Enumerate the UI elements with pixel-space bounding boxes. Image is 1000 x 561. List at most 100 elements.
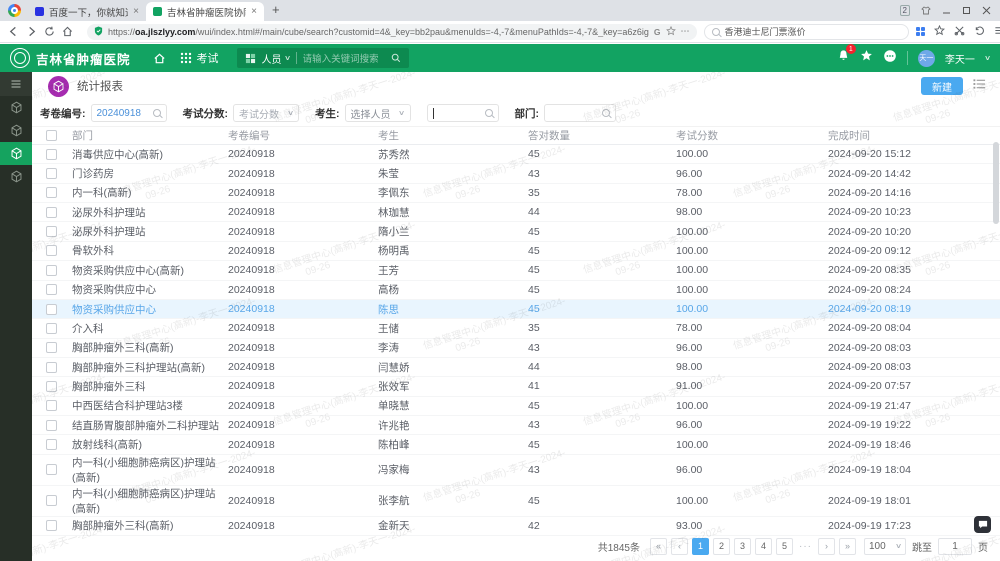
chat-fab-button[interactable] (974, 516, 991, 533)
table-row[interactable]: 中西医结合科护理站3楼 20240918 单晓慧 45 100.00 2024-09-19… (32, 397, 1000, 417)
examinee-select[interactable]: 选择人员 ∨ (344, 104, 411, 122)
notifications-button[interactable]: 1 (837, 44, 856, 67)
table-row[interactable]: 泌尿外科护理站 20240918 隋小兰 45 100.00 2024-09-20 10:… (32, 222, 1000, 242)
messages-button[interactable] (883, 49, 897, 68)
row-checkbox[interactable] (46, 284, 57, 296)
table-row[interactable]: 泌尿外科护理站 20240918 林珈慧 44 98.00 2024-09-20 10:2… (32, 203, 1000, 223)
row-checkbox[interactable] (46, 439, 57, 451)
row-checkbox[interactable] (46, 342, 57, 354)
row-checkbox[interactable] (46, 148, 57, 160)
table-row[interactable]: 胸部肿瘤外三科(高新) 20240918 李涛 43 96.00 2024-09-20 0… (32, 339, 1000, 358)
avatar[interactable]: 天一 (917, 49, 935, 67)
global-search-input[interactable]: 请输入关键词搜索 (303, 51, 385, 65)
page-size-select[interactable]: 100 ∨ (864, 537, 906, 555)
browser-tab-baidu[interactable]: 百度一下，你就知道 × (28, 2, 146, 21)
select-all-checkbox[interactable] (46, 130, 57, 141)
cell-examinee: 王储 (378, 322, 399, 335)
sidebar-item-menu-4[interactable] (0, 165, 32, 188)
sidebar-item-menu-1[interactable] (0, 96, 32, 119)
close-window-button[interactable] (982, 6, 991, 15)
url-bar[interactable]: https://oa.jlszlyy.com/wui/index.html#/m… (87, 23, 697, 40)
bookmark-star-icon[interactable] (665, 25, 676, 38)
page-button-2[interactable]: 2 (713, 537, 730, 555)
table-row[interactable]: 消毒供应中心(高新) 20240918 苏秀然 45 100.00 2024-09-20 … (32, 145, 1000, 165)
row-checkbox[interactable] (46, 303, 57, 315)
page-button-4[interactable]: 4 (755, 537, 772, 555)
favorites-star-button[interactable] (860, 49, 873, 67)
tab-close-icon[interactable]: × (133, 6, 139, 17)
page-button-3[interactable]: 3 (734, 537, 751, 555)
table-row[interactable]: 物资采购供应中心 20240918 陈思 45 100.00 2024-09-20 08:… (32, 299, 1000, 320)
skin-icon[interactable] (921, 6, 931, 15)
scrollbar[interactable] (993, 74, 999, 559)
scrollbar-thumb[interactable] (993, 142, 999, 224)
score-select[interactable]: 考试分数 ∨ (233, 104, 299, 122)
minimize-button[interactable] (942, 6, 951, 15)
table-row[interactable]: 结直肠胃腹部肿瘤外二科护理站 20240918 许兆艳 43 96.00 2024-09-… (32, 416, 1000, 436)
browser-tab-oa[interactable]: 吉林省肿瘤医院协同办公系统 × (146, 2, 264, 21)
forward-icon[interactable] (26, 26, 37, 37)
row-checkbox[interactable] (46, 419, 57, 431)
row-checkbox[interactable] (46, 520, 57, 532)
apps-grid-icon[interactable] (915, 26, 926, 37)
profile-badge[interactable]: 2 (899, 5, 910, 16)
undo-icon[interactable] (974, 23, 985, 41)
sidebar-item-menu-3[interactable] (0, 142, 32, 165)
cell-correct-count: 43 (528, 463, 540, 476)
row-checkbox[interactable] (46, 226, 57, 238)
maximize-button[interactable] (962, 6, 971, 15)
table-row[interactable]: 骨软外科 20240918 杨明禹 45 100.00 2024-09-20 09:12 (32, 242, 1000, 262)
table-row[interactable]: 内一科(高新) 20240918 李佩东 35 78.00 2024-09-20 14:1… (32, 184, 1000, 204)
jump-page-input[interactable]: 1 (938, 537, 972, 555)
page-button-1[interactable]: 1 (692, 537, 709, 555)
row-checkbox[interactable] (46, 464, 57, 476)
display-settings-icon[interactable] (973, 77, 986, 95)
url-more-icon[interactable]: ⋯ (681, 26, 690, 37)
new-tab-button[interactable]: + (272, 2, 280, 17)
tab-close-icon[interactable]: × (251, 6, 257, 17)
row-checkbox[interactable] (46, 400, 57, 412)
sidebar-item-menu-2[interactable] (0, 119, 32, 142)
reload-icon[interactable] (44, 26, 55, 37)
table-row[interactable]: 胸部肿瘤外三科 20240918 张效军 41 91.00 2024-09-20 07:5… (32, 377, 1000, 397)
prev-page-button[interactable]: ‹ (671, 537, 688, 555)
global-search[interactable]: 人员 ∨ 请输入关键词搜索 (236, 48, 409, 68)
portal-home-icon[interactable] (153, 52, 166, 65)
browser-menu-icon[interactable] (994, 23, 1000, 41)
back-icon[interactable] (8, 26, 19, 37)
next-page-button[interactable]: › (818, 537, 835, 555)
row-checkbox[interactable] (46, 187, 57, 199)
translate-extension-icon[interactable]: G (654, 27, 661, 37)
table-row[interactable]: 物资采购供应中心(高新) 20240918 王芳 45 100.00 2024-09-20… (32, 261, 1000, 281)
table-row[interactable]: 放射线科(高新) 20240918 陈柏峰 45 100.00 2024-09-19 18… (32, 435, 1000, 455)
home-icon[interactable] (62, 26, 73, 37)
last-page-button[interactable]: » (839, 537, 856, 555)
table-row[interactable]: 胸部肿瘤外三科护理站(高新) 20240918 闫慧娇 44 98.00 2024-09-… (32, 358, 1000, 378)
table-row[interactable]: 内一科(小细胞肺癌病区)护理站(高新) 20240918 冯家梅 43 96.00 202… (32, 455, 1000, 486)
exam-no-input[interactable]: 20240918 (90, 104, 167, 122)
first-page-button[interactable]: « (650, 537, 667, 555)
dept-search-input[interactable] (544, 104, 616, 122)
table-row[interactable]: 物资采购供应中心 20240918 高杨 45 100.00 2024-09-20 08:… (32, 281, 1000, 300)
table-row[interactable]: 门诊药房 20240918 朱莹 43 96.00 2024-09-20 14:42 (32, 164, 1000, 184)
row-checkbox[interactable] (46, 361, 57, 373)
row-checkbox[interactable] (46, 264, 57, 276)
table-row[interactable]: 内一科(小细胞肺癌病区)护理站(高新) 20240918 张李航 45 100.00 20… (32, 486, 1000, 517)
screenshot-scissors-icon[interactable] (954, 23, 965, 41)
quick-search-box[interactable]: 香港迪士尼门票涨价 (703, 23, 909, 40)
row-checkbox[interactable] (46, 168, 57, 180)
sidebar-toggle-icon[interactable] (0, 72, 32, 96)
new-button[interactable]: 新建 (921, 77, 963, 95)
app-switcher[interactable]: 考试 (180, 50, 219, 66)
favorites-icon[interactable] (934, 23, 946, 41)
table-row[interactable]: 介入科 20240918 王储 35 78.00 2024-09-20 08:04 (32, 319, 1000, 339)
row-checkbox[interactable] (46, 322, 57, 334)
row-checkbox[interactable] (46, 245, 57, 257)
search-scope-select[interactable]: 人员 ∨ (262, 51, 291, 66)
row-checkbox[interactable] (46, 206, 57, 218)
user-menu-chevron-icon[interactable]: ∨ (984, 54, 991, 62)
examinee-search-input[interactable] (426, 104, 499, 122)
page-button-5[interactable]: 5 (776, 537, 793, 555)
row-checkbox[interactable] (46, 380, 57, 392)
row-checkbox[interactable] (46, 495, 57, 507)
